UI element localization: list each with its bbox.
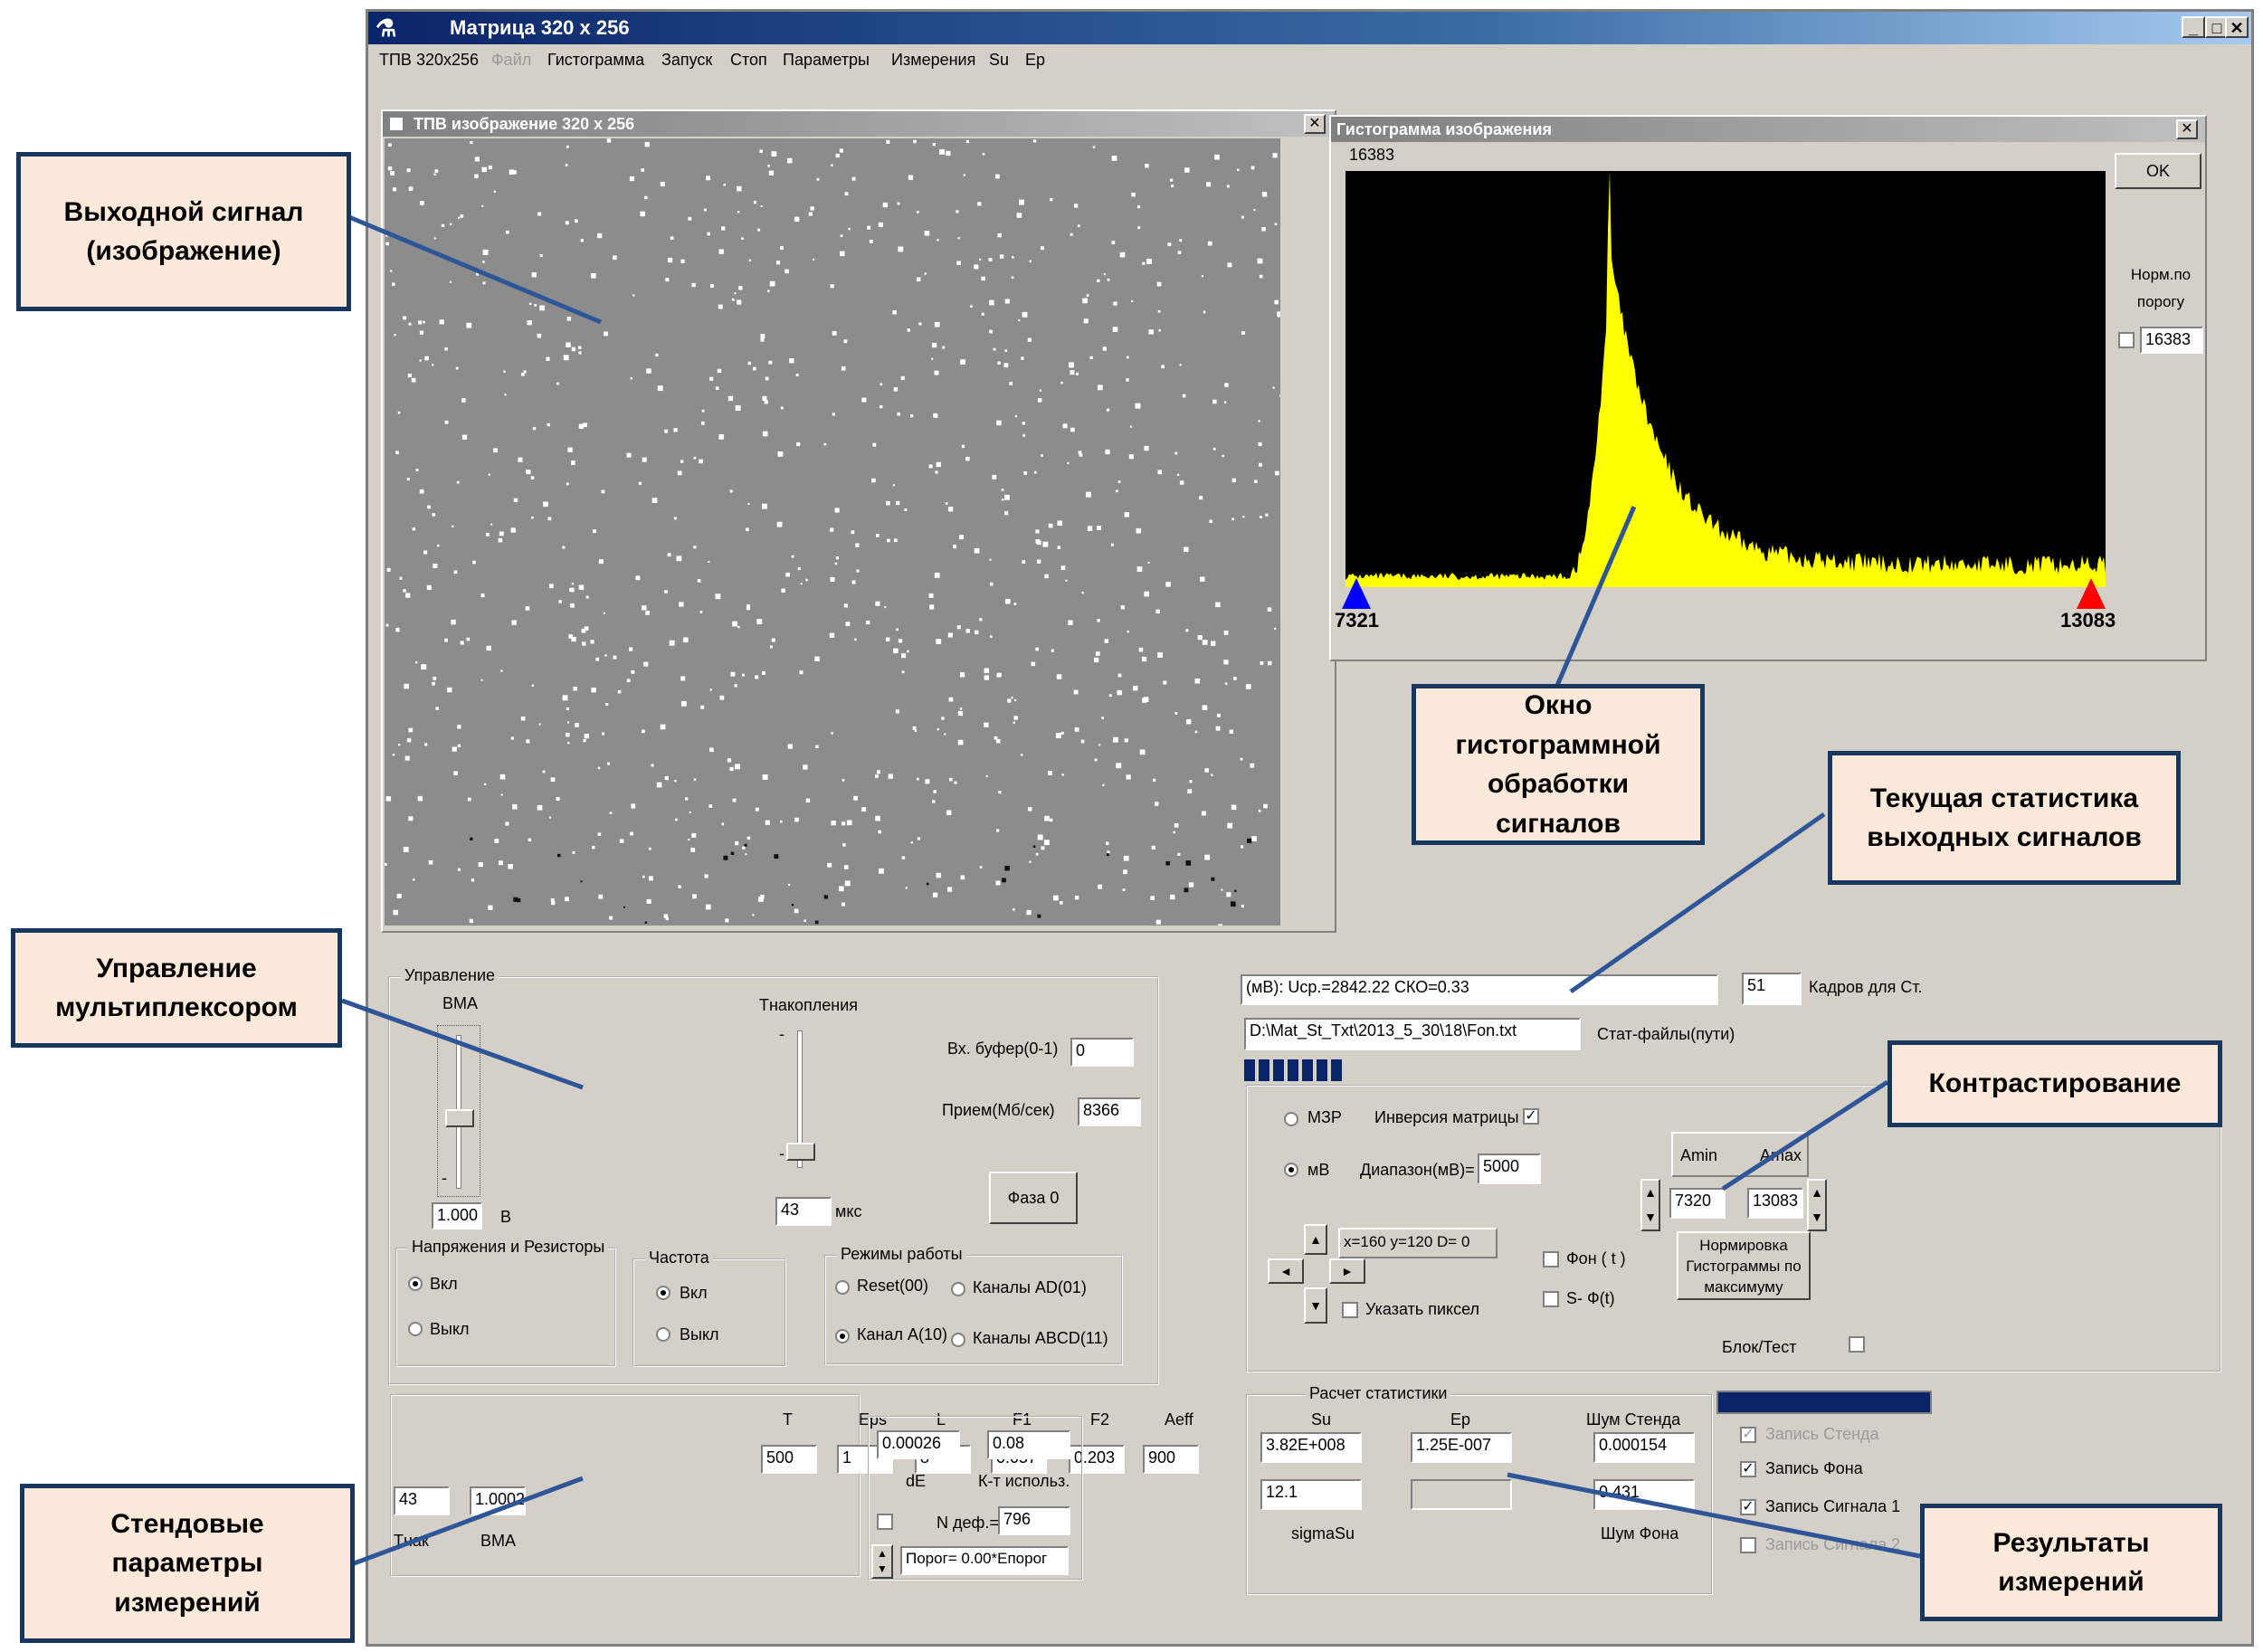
callout-histogram-window: Окно гистограммной обработки сигналов xyxy=(1412,684,1705,845)
callout-stand-params: Стендовые параметры измерений xyxy=(20,1484,355,1643)
callout-contrast: Контрастирование xyxy=(1887,1040,2222,1127)
callout-current-stats: Текущая статистика выходных сигналов xyxy=(1828,751,2181,885)
callout-output-signal: Выходной сигнал (изображение) xyxy=(16,152,351,311)
callout-results: Результаты измерений xyxy=(1920,1504,2222,1621)
callout-mux-control: Управление мультиплексором xyxy=(11,928,342,1048)
